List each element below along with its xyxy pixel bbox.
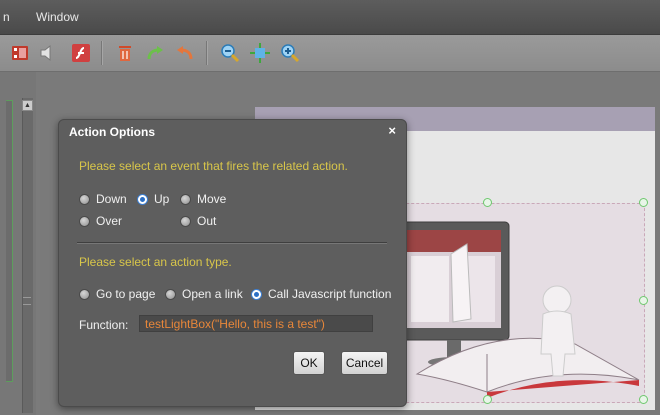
radio-button-selected-icon[interactable] bbox=[137, 193, 148, 205]
radio-button-icon[interactable] bbox=[180, 193, 191, 205]
radio-label: Go to page bbox=[96, 287, 156, 301]
undo-icon[interactable] bbox=[174, 42, 196, 64]
scroll-up-icon[interactable]: ▲ bbox=[22, 100, 33, 111]
menu-item-partial[interactable]: n bbox=[3, 10, 10, 24]
close-icon[interactable]: × bbox=[388, 123, 396, 138]
toolbar-separator bbox=[101, 41, 103, 65]
radio-button-icon[interactable] bbox=[165, 288, 176, 300]
radio-label: Up bbox=[154, 192, 170, 206]
menu-item-window[interactable]: Window bbox=[36, 10, 79, 24]
radio-event-over[interactable]: Over bbox=[79, 214, 122, 228]
radio-label: Over bbox=[96, 214, 123, 228]
toolbar bbox=[0, 35, 660, 72]
flash-icon[interactable] bbox=[70, 42, 92, 64]
toolbar-separator bbox=[206, 41, 208, 65]
radio-label: Call Javascript function bbox=[268, 287, 392, 301]
radio-label: Move bbox=[197, 192, 227, 206]
radio-button-icon[interactable] bbox=[79, 215, 90, 227]
menu-bar: n Window bbox=[0, 0, 660, 35]
radio-button-selected-icon[interactable] bbox=[251, 288, 262, 300]
filmstrip-icon[interactable] bbox=[9, 42, 31, 64]
radio-action-go-to-page[interactable]: Go to page bbox=[79, 287, 155, 301]
function-input[interactable]: testLightBox("Hello, this is a test") bbox=[139, 315, 373, 332]
scroll-grip-icon[interactable] bbox=[23, 297, 31, 305]
redo-icon[interactable] bbox=[144, 42, 166, 64]
left-scrollbar[interactable] bbox=[22, 98, 33, 413]
resize-handle[interactable] bbox=[483, 198, 492, 207]
cancel-button[interactable]: Cancel bbox=[341, 351, 388, 375]
dialog-title: Action Options bbox=[69, 125, 155, 139]
event-prompt: Please select an event that fires the re… bbox=[79, 159, 348, 173]
radio-button-icon[interactable] bbox=[79, 193, 90, 205]
radio-label: Open a link bbox=[182, 287, 243, 301]
thumbnail-frame bbox=[6, 100, 13, 382]
action-options-dialog: Action Options × Please select an event … bbox=[58, 119, 407, 407]
dialog-divider bbox=[77, 242, 387, 244]
resize-handle[interactable] bbox=[639, 395, 648, 404]
function-label: Function: bbox=[79, 318, 129, 332]
resize-handle[interactable] bbox=[639, 198, 648, 207]
trash-icon[interactable] bbox=[114, 42, 136, 64]
radio-action-open-link[interactable]: Open a link bbox=[165, 287, 243, 301]
radio-event-down[interactable]: Down bbox=[79, 192, 127, 206]
radio-action-call-js[interactable]: Call Javascript function bbox=[251, 287, 391, 301]
resize-handle[interactable] bbox=[639, 296, 648, 305]
radio-event-move[interactable]: Move bbox=[180, 192, 226, 206]
radio-button-icon[interactable] bbox=[79, 288, 90, 300]
radio-event-up[interactable]: Up bbox=[137, 192, 169, 206]
radio-label: Down bbox=[96, 192, 127, 206]
resize-handle[interactable] bbox=[483, 395, 492, 404]
speaker-icon[interactable] bbox=[37, 42, 59, 64]
left-panel: ▲ bbox=[0, 72, 36, 415]
zoom-in-icon[interactable] bbox=[279, 42, 301, 64]
fit-icon[interactable] bbox=[249, 42, 271, 64]
radio-button-icon[interactable] bbox=[180, 215, 191, 227]
action-prompt: Please select an action type. bbox=[79, 255, 232, 269]
zoom-out-icon[interactable] bbox=[219, 42, 241, 64]
radio-event-out[interactable]: Out bbox=[180, 214, 216, 228]
ok-button[interactable]: OK bbox=[293, 351, 325, 375]
radio-label: Out bbox=[197, 214, 217, 228]
